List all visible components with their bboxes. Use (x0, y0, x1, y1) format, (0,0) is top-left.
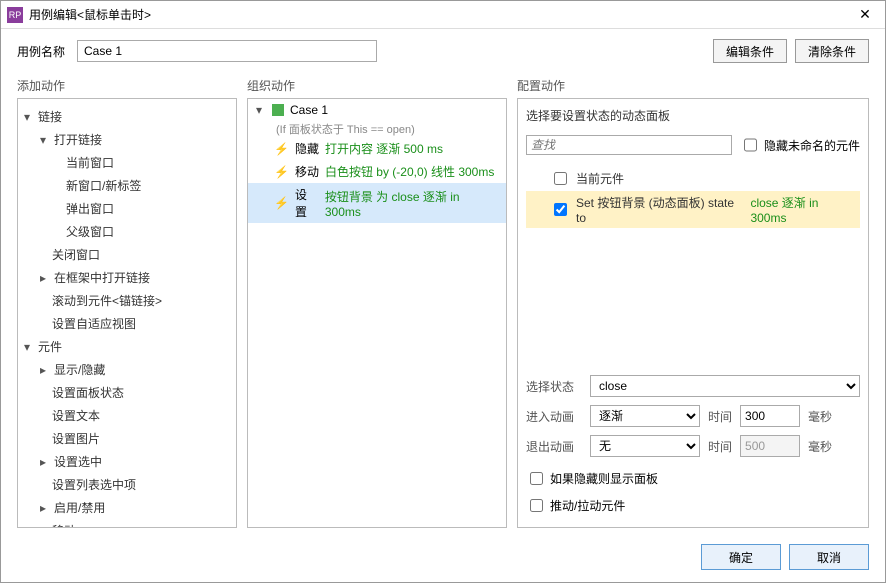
case-name-input[interactable] (77, 40, 377, 62)
action-tree: 链接 打开链接 当前窗口 新窗口/新标签 弹出窗口 父级窗口 关闭窗口 在框架中… (18, 99, 236, 528)
case-icon (272, 104, 284, 116)
cancel-button[interactable]: 取消 (789, 544, 869, 570)
case-node[interactable]: Case 1 (248, 99, 506, 121)
tree-open-link[interactable]: 打开链接 (22, 128, 232, 151)
tree-close-win[interactable]: 关闭窗口 (22, 243, 232, 266)
action-row-1[interactable]: ⚡ 隐藏 打开内容 逐渐 500 ms (248, 137, 506, 160)
ms-label-2: 毫秒 (808, 438, 832, 455)
tree-set-adaptive[interactable]: 设置自适应视图 (22, 312, 232, 335)
clear-condition-button[interactable]: 清除条件 (795, 39, 869, 63)
tree-set-selected[interactable]: 设置选中 (22, 450, 232, 473)
bolt-icon: ⚡ (274, 165, 289, 179)
tree-cur-win[interactable]: 当前窗口 (22, 151, 232, 174)
panel-item-target[interactable]: Set 按钮背景 (动态面板) state to close 逐渐 in 300… (526, 191, 860, 228)
titlebar: RP 用例编辑<鼠标单击时> ✕ (1, 1, 885, 29)
ms-label: 毫秒 (808, 408, 832, 425)
state-select[interactable]: close (590, 375, 860, 397)
chevron-right-icon[interactable] (40, 363, 50, 377)
panel-search-input[interactable] (526, 135, 732, 155)
hide-unnamed-row[interactable]: 隐藏未命名的元件 (740, 128, 860, 162)
chevron-right-icon[interactable] (40, 501, 50, 515)
tree-scroll-anchor[interactable]: 滚动到元件<锚链接> (22, 289, 232, 312)
tree-set-image[interactable]: 设置图片 (22, 427, 232, 450)
case-condition: (If 面板状态于 This == open) (248, 121, 506, 137)
dialog-footer: 确定 取消 (1, 536, 885, 582)
panel-item-checkbox[interactable] (554, 203, 567, 216)
select-state-label: 选择状态 (526, 378, 582, 395)
panel-select-label: 选择要设置状态的动态面板 (526, 107, 860, 124)
exit-anim-label: 退出动画 (526, 438, 582, 455)
case-name-row: 用例名称 编辑条件 清除条件 (1, 29, 885, 73)
case-label: Case 1 (290, 103, 328, 117)
bolt-icon: ⚡ (274, 196, 289, 210)
tree-set-text[interactable]: 设置文本 (22, 404, 232, 427)
window-title: 用例编辑<鼠标单击时> (29, 6, 851, 23)
col-header-cfg: 配置动作 (517, 73, 869, 98)
exit-time-input (740, 435, 800, 457)
enter-time-input[interactable] (740, 405, 800, 427)
edit-condition-button[interactable]: 编辑条件 (713, 39, 787, 63)
push-pull-checkbox[interactable] (530, 499, 543, 512)
action-row-3[interactable]: ⚡ 设置 按钮背景 为 close 逐渐 in 300ms (248, 183, 506, 223)
tree-panel-state[interactable]: 设置面板状态 (22, 381, 232, 404)
hide-unnamed-checkbox[interactable] (744, 135, 757, 155)
tree-link[interactable]: 链接 (22, 105, 232, 128)
tree-show-hide[interactable]: 显示/隐藏 (22, 358, 232, 381)
tree-move[interactable]: 移动 (22, 519, 232, 528)
chevron-down-icon[interactable] (24, 340, 34, 354)
push-pull-row[interactable]: 推动/拉动元件 (526, 492, 860, 519)
panel-item-checkbox[interactable] (554, 172, 567, 185)
close-icon[interactable]: ✕ (851, 6, 879, 23)
chevron-down-icon[interactable] (256, 103, 266, 117)
case-name-label: 用例名称 (17, 43, 65, 60)
panel-item-current[interactable]: 当前元件 (526, 166, 860, 191)
bolt-icon: ⚡ (274, 142, 289, 156)
chevron-down-icon[interactable] (24, 110, 34, 124)
time-label: 时间 (708, 408, 732, 425)
tree-parent[interactable]: 父级窗口 (22, 220, 232, 243)
chevron-right-icon[interactable] (40, 271, 50, 285)
col-header-org: 组织动作 (247, 73, 507, 98)
enter-anim-select[interactable]: 逐渐 (590, 405, 700, 427)
exit-anim-select[interactable]: 无 (590, 435, 700, 457)
time-label-2: 时间 (708, 438, 732, 455)
show-if-hidden-checkbox[interactable] (530, 472, 543, 485)
tree-enable-disable[interactable]: 启用/禁用 (22, 496, 232, 519)
tree-popup[interactable]: 弹出窗口 (22, 197, 232, 220)
chevron-right-icon[interactable] (40, 455, 50, 469)
chevron-down-icon[interactable] (40, 133, 50, 147)
enter-anim-label: 进入动画 (526, 408, 582, 425)
ok-button[interactable]: 确定 (701, 544, 781, 570)
action-row-2[interactable]: ⚡ 移动 白色按钮 by (-20,0) 线性 300ms (248, 160, 506, 183)
tree-comp[interactable]: 元件 (22, 335, 232, 358)
col-header-add: 添加动作 (17, 73, 237, 98)
tree-open-frame[interactable]: 在框架中打开链接 (22, 266, 232, 289)
tree-set-list-opt[interactable]: 设置列表选中项 (22, 473, 232, 496)
app-logo-icon: RP (7, 7, 23, 23)
tree-new-win[interactable]: 新窗口/新标签 (22, 174, 232, 197)
show-if-hidden-row[interactable]: 如果隐藏则显示面板 (526, 465, 860, 492)
